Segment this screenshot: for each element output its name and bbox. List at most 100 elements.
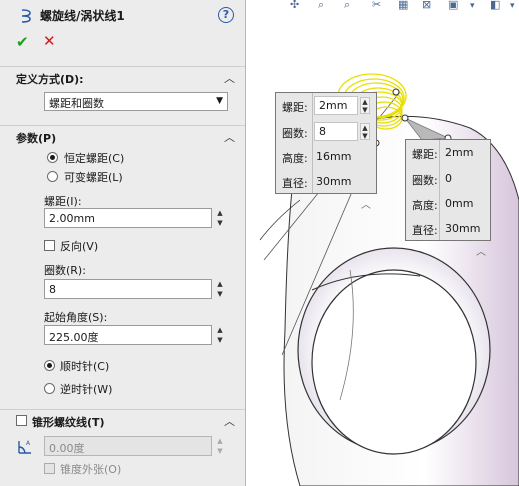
zoom-fit-icon[interactable]: ✣	[290, 0, 299, 11]
params-section-label: 参数(P)	[16, 132, 57, 145]
view-orientation-icon[interactable]: ▦	[398, 0, 408, 11]
callout-key: 直径:	[282, 177, 308, 190]
callout-stepper[interactable]: ▲ ▼	[360, 123, 370, 140]
counterclockwise-radio[interactable]	[44, 383, 55, 394]
callout-value: 2mm	[319, 99, 348, 112]
cancel-icon[interactable]: ✕	[43, 32, 56, 50]
clockwise-radio[interactable]	[44, 360, 55, 371]
chevron-up-icon[interactable]: ︿	[224, 70, 235, 86]
callout-value: 0	[445, 172, 452, 185]
step-up-icon[interactable]: ▲	[214, 279, 226, 289]
ok-icon[interactable]: ✔	[16, 33, 29, 51]
callout-value: 2mm	[445, 146, 474, 159]
step-up-icon[interactable]: ▲	[361, 98, 369, 106]
taper-angle-icon: A	[18, 440, 31, 454]
define-section-header[interactable]: 定义方式(D): ︿	[0, 66, 245, 89]
callout-row: 直径: 30mm	[276, 169, 376, 195]
display-style-icon[interactable]: ⊠	[422, 0, 431, 11]
define-by-select[interactable]: 螺距和圈数 ▼	[44, 92, 228, 111]
callout-revolutions-input[interactable]: 8	[314, 122, 358, 141]
help-icon[interactable]: ?	[218, 7, 234, 23]
callout-key: 直径:	[412, 224, 438, 237]
pitch-label: 螺距(I):	[44, 195, 82, 208]
reverse-checkbox[interactable]	[44, 240, 55, 251]
step-down-icon[interactable]: ▼	[214, 218, 226, 228]
step-down-icon[interactable]: ▼	[361, 132, 369, 140]
chevron-up-icon[interactable]: ︿	[224, 129, 235, 145]
graphics-viewport[interactable]: ✣ ⌕ ⌕ ✂ ▦ ⊠ ▣ ▾ ◧ ▾ ︿ ︿ 螺距: 2mm ▲ ▼ 圈数: …	[247, 0, 519, 486]
step-down-icon[interactable]: ▼	[214, 446, 226, 456]
helix-params-callout-top[interactable]: 螺距: 2mm ▲ ▼ 圈数: 8 ▲ ▼ 高度: 16mm 直径: 30mm	[275, 92, 377, 194]
step-up-icon[interactable]: ▲	[214, 208, 226, 218]
revolutions-stepper[interactable]: ▲ ▼	[214, 279, 226, 299]
chevron-up-icon[interactable]: ︿	[224, 413, 235, 429]
callout-row: 圈数: 0	[406, 166, 490, 192]
variable-pitch-radio[interactable]	[47, 171, 58, 182]
taper-outward-checkbox[interactable]	[44, 463, 55, 474]
callout-value: 8	[319, 125, 326, 138]
params-section-header[interactable]: 参数(P) ︿	[0, 125, 245, 148]
define-by-value: 螺距和圈数	[49, 97, 104, 110]
taper-angle-input[interactable]: 0.00度	[44, 436, 212, 456]
callout-key: 螺距:	[412, 148, 438, 161]
constant-pitch-label: 恒定螺距(C)	[64, 152, 125, 165]
step-up-icon[interactable]: ▲	[214, 436, 226, 446]
step-up-icon[interactable]: ▲	[361, 124, 369, 132]
revolutions-label: 圈数(R):	[44, 264, 86, 277]
model-ring-inner	[311, 269, 477, 455]
start-angle-label: 起始角度(S):	[44, 311, 108, 324]
dropdown-icon[interactable]: ▾	[510, 1, 515, 11]
callout-value: 30mm	[316, 175, 352, 188]
zoom-area-icon[interactable]: ⌕	[318, 0, 324, 11]
define-section-label: 定义方式(D):	[16, 73, 84, 86]
chevron-up-icon[interactable]: ︿	[476, 247, 486, 258]
dropdown-arrow-icon[interactable]: ▼	[216, 96, 223, 106]
start-angle-input[interactable]: 225.00度	[44, 325, 212, 345]
taper-section-header[interactable]: 锥形螺纹线(T) ︿	[0, 409, 245, 432]
callout-value: 30mm	[445, 222, 481, 235]
start-angle-value: 225.00度	[49, 331, 99, 344]
taper-angle-stepper[interactable]: ▲ ▼	[214, 436, 226, 456]
callout-value: 0mm	[445, 197, 474, 210]
taper-outward-label: 锥度外张(O)	[60, 463, 122, 476]
callout-key: 高度:	[412, 199, 438, 212]
constant-pitch-radio[interactable]	[47, 152, 58, 163]
callout-value: 16mm	[316, 150, 352, 163]
callout-key: 高度:	[282, 152, 308, 165]
step-down-icon[interactable]: ▼	[214, 335, 226, 345]
pitch-stepper[interactable]: ▲ ▼	[214, 208, 226, 228]
hide-show-icon[interactable]: ▣	[448, 0, 458, 11]
view-toolbar[interactable]: ✣ ⌕ ⌕ ✂ ▦ ⊠ ▣ ▾ ◧ ▾	[290, 0, 515, 11]
counterclockwise-label: 逆时针(W)	[60, 383, 113, 396]
model-canvas[interactable]: ✣ ⌕ ⌕ ✂ ▦ ⊠ ▣ ▾ ◧ ▾ ︿ ︿	[247, 0, 519, 486]
section-view-icon[interactable]: ✂	[372, 0, 381, 11]
taper-checkbox[interactable]	[16, 415, 27, 426]
appearance-icon[interactable]: ◧	[490, 0, 500, 11]
helix-handle[interactable]	[401, 114, 409, 122]
panel-header: 螺旋线/涡状线1 ? ✔ ✕	[0, 0, 245, 60]
pitch-input[interactable]: 2.00mm	[44, 208, 212, 228]
callout-key: 圈数:	[282, 127, 308, 140]
helix-handle[interactable]	[392, 88, 400, 96]
chevron-up-icon[interactable]: ︿	[361, 200, 371, 211]
helix-params-callout-bottom: 螺距: 2mm 圈数: 0 高度: 0mm 直径: 30mm	[405, 139, 491, 241]
callout-key: 圈数:	[412, 174, 438, 187]
pitch-value: 2.00mm	[49, 212, 95, 225]
taper-section-label: 锥形螺纹线(T)	[32, 416, 105, 429]
callout-stepper[interactable]: ▲ ▼	[360, 97, 370, 114]
svg-text:A: A	[26, 440, 31, 447]
callout-row: 高度: 16mm	[276, 144, 376, 170]
taper-angle-value: 0.00度	[49, 442, 85, 455]
property-manager: 螺旋线/涡状线1 ? ✔ ✕ 定义方式(D): ︿ 螺距和圈数 ▼ 参数(P) …	[0, 0, 246, 486]
revolutions-input[interactable]: 8	[44, 279, 212, 299]
callout-pitch-input[interactable]: 2mm	[314, 96, 358, 115]
callout-row: 高度: 0mm	[406, 191, 490, 217]
dropdown-icon[interactable]: ▾	[470, 1, 475, 11]
previous-view-icon[interactable]: ⌕	[344, 0, 350, 11]
step-down-icon[interactable]: ▼	[214, 289, 226, 299]
callout-row: 螺距: 2mm	[406, 140, 490, 166]
step-up-icon[interactable]: ▲	[214, 325, 226, 335]
start-angle-stepper[interactable]: ▲ ▼	[214, 325, 226, 345]
step-down-icon[interactable]: ▼	[361, 106, 369, 114]
callout-key: 螺距:	[282, 101, 308, 114]
